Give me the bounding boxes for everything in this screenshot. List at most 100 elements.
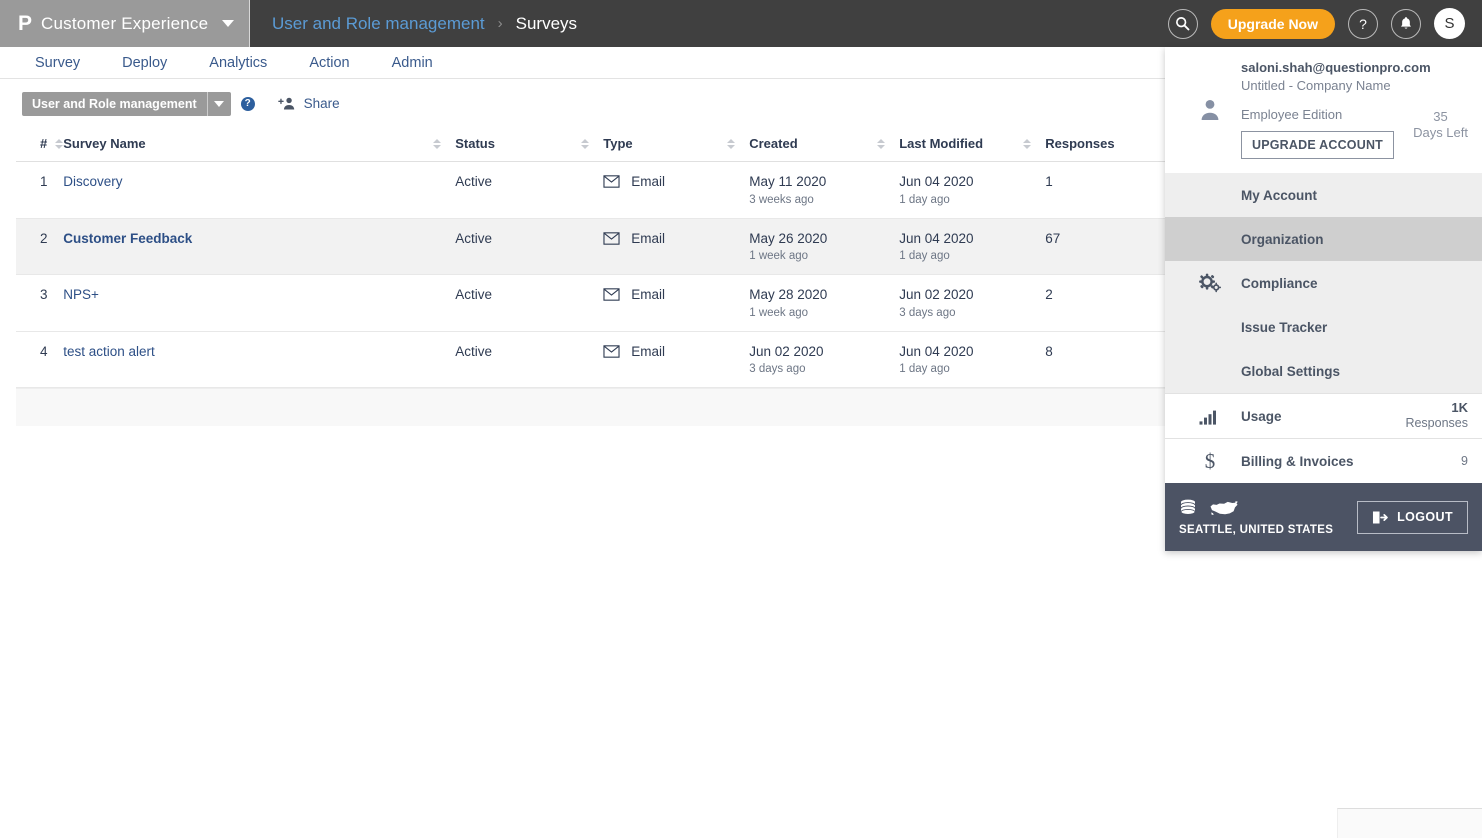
questionpro-logo-icon: P [18,12,32,35]
menu-item-compliance[interactable]: Compliance [1165,261,1482,305]
modified-date: Jun 04 2020 [899,343,974,359]
modified-relative: 1 day ago [899,363,950,376]
cell-num: 3 [40,287,48,303]
cell-modified: Jun 04 2020 1 day ago [899,331,1045,388]
column-label-name: Survey Name [63,136,146,151]
cell-num: 2 [40,230,48,246]
column-header-status[interactable]: Status [455,128,604,162]
menu-item-my-account[interactable]: My Account [1165,173,1482,217]
menu-label-issue-tracker: Issue Tracker [1241,319,1328,335]
cell-created: May 28 2020 1 week ago [749,275,899,332]
cell-status: Active [455,331,603,388]
logout-button[interactable]: LOGOUT [1357,500,1468,534]
trial-days-left: 35 Days Left [1413,109,1468,142]
menu-item-global-settings[interactable]: Global Settings [1165,349,1482,393]
top-bar: P Customer Experience User and Role mana… [0,0,1482,47]
sort-icon-created[interactable] [877,138,886,149]
created-relative: 1 week ago [749,306,809,319]
column-header-type[interactable]: Type [603,128,750,162]
email-icon [603,175,620,188]
modified-relative: 3 days ago [899,306,956,319]
notifications-button[interactable] [1391,8,1421,39]
sort-icon-status[interactable] [581,138,590,149]
email-icon [603,288,620,301]
upgrade-account-button[interactable]: UPGRADE ACCOUNT [1241,131,1395,159]
type-label: Email [631,230,665,246]
search-button[interactable] [1167,8,1198,39]
help-button[interactable]: ? [1348,8,1378,39]
email-icon [603,231,620,245]
billing-value: 9 [1461,454,1468,468]
sort-icon-type[interactable] [727,138,736,149]
cell-name: test action alert [63,331,455,388]
cell-status: Active [455,275,603,332]
nav-item-admin[interactable]: Admin [371,55,454,71]
menu-item-usage[interactable]: Usage 1K Responses [1165,394,1482,438]
account-menu-footer: SEATTLE, UNITED STATES LOGOUT [1165,483,1482,551]
column-label-responses: Responses [1045,136,1115,151]
created-date: May 26 2020 [749,230,828,246]
sort-icon-num[interactable] [55,138,64,149]
breadcrumb-current: Surveys [515,13,578,33]
trial-days-label: Days Left [1413,125,1468,141]
column-header-name[interactable]: Survey Name [63,128,456,162]
billing-meta: 9 [1461,451,1468,471]
survey-name-link[interactable]: NPS+ [63,287,99,302]
created-date: May 28 2020 [749,287,828,303]
breadcrumb: User and Role management › Surveys [250,14,1168,34]
cell-type: Email [603,275,749,332]
question-mark-icon: ? [1359,15,1367,32]
user-account-menu: saloni.shah@questionpro.com Untitled - C… [1165,47,1482,551]
cell-type: Email [603,218,749,275]
cell-modified: Jun 02 2020 3 days ago [899,275,1045,332]
survey-name-link[interactable]: Customer Feedback [63,231,192,246]
toolbar-help-icon[interactable]: ? [240,96,255,111]
nav-item-analytics[interactable]: Analytics [188,55,288,71]
breadcrumb-parent[interactable]: User and Role management [272,14,485,34]
user-avatar-icon [1179,60,1241,159]
add-person-icon [277,96,296,111]
created-date: Jun 02 2020 [749,343,824,359]
column-header-modified[interactable]: Last Modified [899,128,1046,162]
column-header-num[interactable]: # [16,128,64,162]
sort-icon-name[interactable] [433,138,442,149]
nav-item-action[interactable]: Action [288,55,370,71]
share-button[interactable]: Share [277,96,340,111]
menu-label-billing: Billing & Invoices [1241,453,1354,469]
sort-icon-modified[interactable] [1023,138,1032,149]
column-label-status: Status [455,136,495,151]
cell-type: Email [603,162,749,219]
chevron-down-icon[interactable] [222,20,235,27]
workspace-select[interactable]: User and Role management [22,91,231,116]
cell-created: Jun 02 2020 3 days ago [749,331,899,388]
menu-label-usage: Usage [1241,408,1282,424]
status-badge: Active [455,287,492,303]
survey-name-link[interactable]: Discovery [63,174,122,189]
survey-name-link[interactable]: test action alert [63,344,155,359]
cell-num: 1 [40,174,48,189]
bar-chart-icon [1179,408,1241,425]
nav-item-survey[interactable]: Survey [14,55,101,71]
column-label-modified: Last Modified [899,136,984,151]
nav-item-deploy[interactable]: Deploy [101,55,188,71]
modified-relative: 1 day ago [899,250,950,263]
menu-item-billing[interactable]: $ Billing & Invoices 9 [1165,439,1482,483]
responses-count: 8 [1045,343,1053,359]
menu-label-my-account: My Account [1241,187,1318,203]
menu-label-compliance: Compliance [1241,275,1318,291]
breadcrumb-separator-icon: › [497,15,503,32]
menu-item-organization[interactable]: Organization [1165,217,1482,261]
upgrade-now-button[interactable]: Upgrade Now [1210,8,1335,39]
brand-switcher[interactable]: P Customer Experience [0,0,250,47]
user-avatar-button[interactable]: S [1434,8,1465,39]
menu-item-issue-tracker[interactable]: Issue Tracker [1165,305,1482,349]
modified-relative: 1 day ago [899,193,950,206]
trial-days-number: 35 [1433,109,1448,124]
column-header-created[interactable]: Created [749,128,900,162]
account-summary: saloni.shah@questionpro.com Untitled - C… [1165,47,1482,173]
usa-map-icon [1209,499,1239,518]
gears-icon [1179,273,1241,293]
workspace-select-value: User and Role management [32,96,197,111]
workspace-select-chevron-down-icon[interactable] [206,91,231,116]
logout-icon [1372,510,1388,525]
